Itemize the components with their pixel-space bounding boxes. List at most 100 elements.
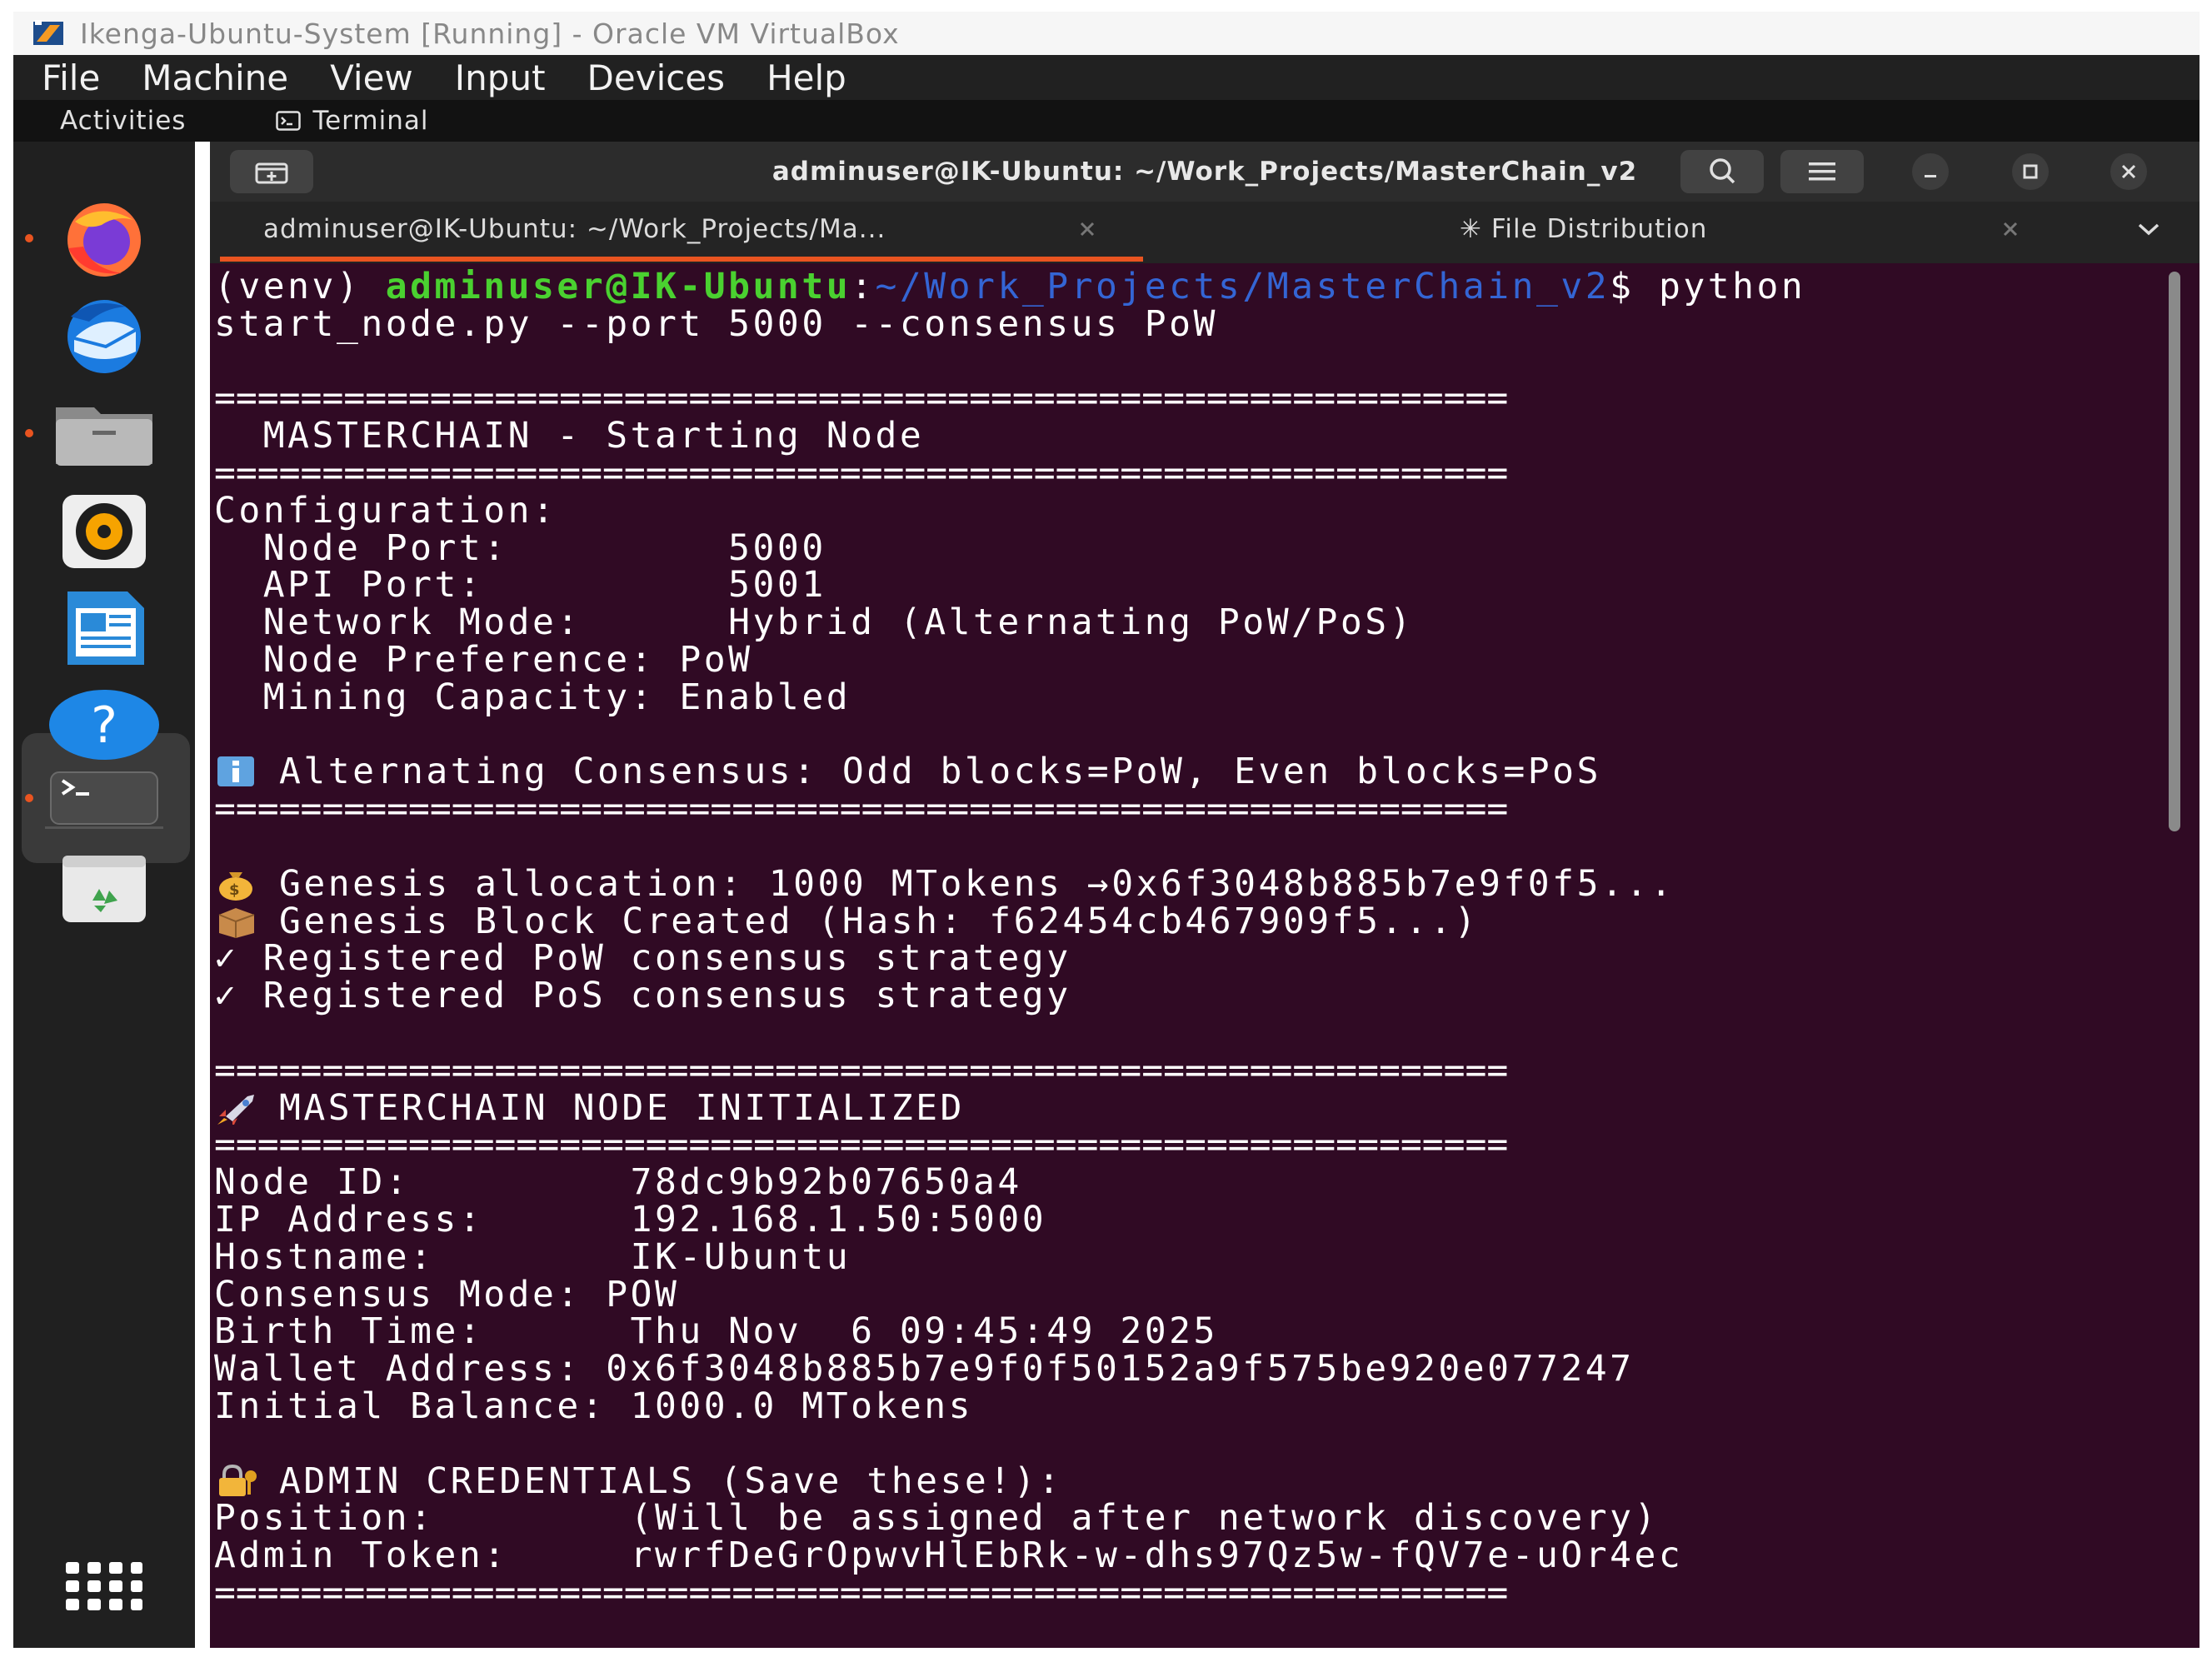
separator-line: ========================================… (214, 1052, 2164, 1090)
registered-pos-line: ✓ Registered PoS consensus strategy (214, 975, 1071, 1017)
genesis-allocation-text: Genesis allocation: 1000 MTokens →0x6f30… (279, 862, 1675, 905)
prompt-user: adminuser@IK-Ubuntu (385, 266, 851, 307)
firefox-icon (67, 203, 141, 277)
terminal-output[interactable]: (venv) adminuser@IK-Ubuntu:~/Work_Projec… (214, 263, 2164, 1648)
config-title: Configuration: (214, 489, 557, 532)
gnome-top-bar: Activities Terminal (13, 100, 2200, 142)
separator-line: ========================================… (214, 1575, 2164, 1612)
command-continuation: start_node.py --port 5000 --consensus Po… (214, 302, 1218, 345)
terminal-headerbar: adminuser@IK-Ubuntu: ~/Work_Projects/Mas… (210, 142, 2200, 202)
rocket-icon (214, 1091, 279, 1125)
separator-text: ========================================… (214, 1051, 1509, 1090)
hostname-line: Hostname: IK-Ubuntu (214, 1235, 851, 1278)
window-title: Ikenga-Ubuntu-System [Running] - Oracle … (80, 17, 900, 50)
dock-app-grid[interactable] (13, 1538, 195, 1635)
dock-trash[interactable] (13, 840, 195, 936)
dock: ? (13, 142, 195, 1648)
new-tab-button[interactable] (230, 150, 313, 193)
node-initialized-line: MASTERCHAIN NODE INITIALIZED (214, 1086, 2164, 1129)
tab-file-distribution-label[interactable]: ✳ File Distribution (1460, 202, 1707, 257)
position-line: Position: (Will be assigned after networ… (214, 1497, 1659, 1540)
header-starting-node: MASTERCHAIN - Starting Node (214, 415, 925, 457)
menu-input[interactable]: Input (455, 57, 546, 98)
separator-text: ========================================… (214, 454, 1509, 492)
app-menu[interactable]: Terminal (276, 106, 428, 136)
package-icon (214, 905, 279, 938)
prompt-venv: (venv) (214, 266, 386, 307)
terminal-tab-bar: adminuser@IK-Ubuntu: ~/Work_Projects/Ma.… (210, 202, 2200, 263)
ip-address-line: IP Address: 192.168.1.50:5000 (214, 1198, 1047, 1240)
running-indicator (25, 794, 33, 802)
menu-devices[interactable]: Devices (587, 57, 726, 98)
separator-line: ========================================… (214, 791, 2164, 828)
admin-credentials-text: ADMIN CREDENTIALS (Save these!): (279, 1460, 1063, 1502)
genesis-block-text: Genesis Block Created (Hash: f62454cb467… (279, 900, 1480, 942)
dock-firefox[interactable] (13, 190, 195, 287)
separator-text: ========================================… (214, 1126, 1509, 1165)
prompt-path: ~/Work_Projects/MasterChain_v2 (875, 266, 1610, 307)
tab-active-label[interactable]: adminuser@IK-Ubuntu: ~/Work_Projects/Ma.… (263, 202, 886, 257)
vbox-menu-bar: File Machine View Input Devices Help (13, 55, 2200, 100)
hamburger-icon (1809, 162, 1835, 181)
prompt-dollar: $ (1610, 266, 1659, 307)
trash-icon (62, 856, 146, 922)
genesis-block-line: Genesis Block Created (Hash: f62454cb467… (214, 900, 2164, 942)
separator-line: ========================================… (214, 455, 2164, 492)
separator-text: ========================================… (214, 1574, 1509, 1612)
rhythmbox-icon (62, 495, 146, 568)
menu-machine[interactable]: Machine (142, 57, 288, 98)
new-tab-icon (255, 162, 288, 184)
app-menu-label: Terminal (312, 106, 429, 136)
minimize-button[interactable] (1912, 153, 1949, 190)
birth-time-line: Birth Time: Thu Nov 6 09:45:49 2025 (214, 1310, 1218, 1353)
writer-icon (67, 591, 144, 665)
tab-list-chevron-down-icon[interactable] (2135, 218, 2163, 240)
virtualbox-icon (33, 20, 63, 45)
files-icon (56, 407, 152, 466)
vbox-title-bar: Ikenga-Ubuntu-System [Running] - Oracle … (13, 12, 2200, 55)
config-mining-capacity: Mining Capacity: Enabled (214, 676, 851, 718)
app-grid-icon (66, 1562, 142, 1610)
svg-text:?: ? (91, 696, 117, 755)
terminal-scrollbar[interactable] (2169, 272, 2180, 831)
config-api-port: API Port: 5001 (214, 564, 826, 606)
node-id-line: Node ID: 78dc9b92b07650a4 (214, 1161, 1022, 1204)
separator-text: ========================================… (214, 791, 1509, 828)
menu-help[interactable]: Help (766, 57, 846, 98)
info-text: Alternating Consensus: Odd blocks=PoW, E… (279, 751, 1601, 793)
tab-close-icon[interactable] (1076, 218, 1098, 240)
activities-button[interactable]: Activities (60, 106, 186, 136)
search-icon (1710, 158, 1735, 184)
menu-button[interactable] (1780, 150, 1864, 193)
menu-view[interactable]: View (330, 57, 413, 98)
close-icon (2121, 164, 2136, 179)
separator-text: ========================================… (214, 380, 1509, 418)
config-node-preference: Node Preference: PoW (214, 638, 753, 681)
prompt-line: (venv) adminuser@IK-Ubuntu:~/Work_Projec… (214, 268, 2164, 306)
dock-terminal[interactable] (13, 750, 195, 846)
running-indicator (25, 234, 33, 242)
separator-line: ========================================… (214, 1126, 2164, 1164)
terminal-window: adminuser@IK-Ubuntu: ~/Work_Projects/Mas… (210, 142, 2200, 1648)
close-button[interactable] (2110, 153, 2147, 190)
terminal-icon (50, 771, 158, 825)
config-network-mode: Network Mode: Hybrid (Alternating PoW/Po… (214, 601, 1415, 644)
dock-thunderbird[interactable] (13, 287, 195, 383)
maximize-button[interactable] (2012, 153, 2049, 190)
menu-file[interactable]: File (42, 57, 100, 98)
dock-files[interactable] (13, 385, 195, 482)
tab-close-icon[interactable] (2000, 218, 2021, 240)
search-button[interactable] (1680, 150, 1764, 193)
genesis-allocation-line: $ Genesis allocation: 1000 MTokens →0x6f3… (214, 862, 2164, 905)
dock-writer[interactable] (13, 580, 195, 676)
info-line: Alternating Consensus: Odd blocks=PoW, E… (214, 753, 2164, 791)
dock-rhythmbox[interactable] (13, 483, 195, 580)
separator-line: ========================================… (214, 380, 2164, 417)
node-initialized-text: MASTERCHAIN NODE INITIALIZED (279, 1086, 965, 1129)
command-text: python (1658, 266, 1806, 307)
